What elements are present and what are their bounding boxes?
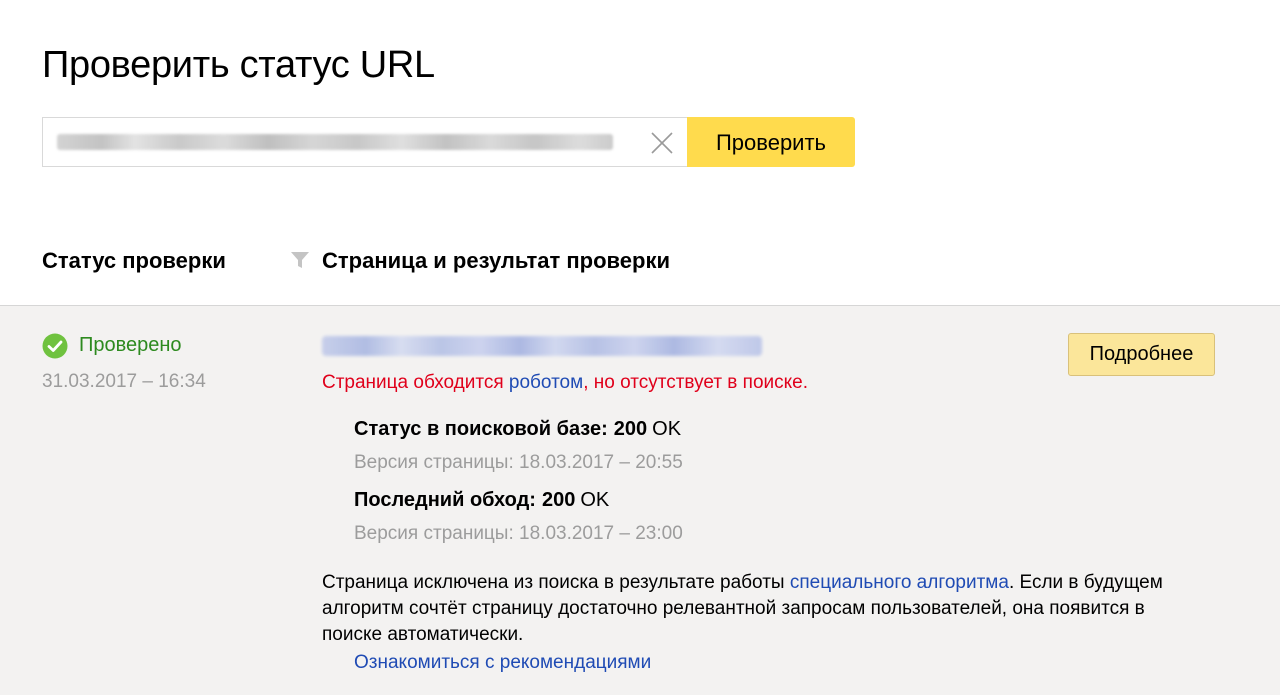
search-base-status: Статус в поисковой базе: 200 OK xyxy=(354,418,681,441)
close-icon[interactable] xyxy=(649,130,675,156)
filter-icon[interactable] xyxy=(290,250,310,270)
table-row: Проверено 31.03.2017 – 16:34 Страница об… xyxy=(0,306,1280,695)
url-search-form: Проверить xyxy=(42,117,855,167)
url-input[interactable] xyxy=(42,117,687,167)
exclusion-explanation: Страница исключена из поиска в результат… xyxy=(322,570,1202,648)
last-crawl-status: Последний обход: 200 OK xyxy=(354,489,609,512)
search-base-version: Версия страницы: 18.03.2017 – 20:55 xyxy=(354,452,683,473)
table-header: Статус проверки Страница и результат про… xyxy=(0,232,1280,306)
check-button[interactable]: Проверить xyxy=(687,117,855,167)
blurred-url-value xyxy=(57,134,613,150)
check-circle-icon xyxy=(42,333,68,359)
column-header-status: Статус проверки xyxy=(42,248,226,273)
special-algorithm-link[interactable]: специального алгоритма xyxy=(790,572,1009,593)
page-title: Проверить статус URL xyxy=(42,44,435,86)
last-crawl-label: Последний обход: xyxy=(354,489,536,511)
column-header-page: Страница и результат проверки xyxy=(322,248,671,273)
recommendations-link[interactable]: Ознакомиться с рекомендациями xyxy=(354,652,651,674)
search-base-code: 200 xyxy=(613,418,648,440)
search-base-label: Статус в поисковой базе: xyxy=(354,418,608,440)
last-crawl-version: Версия страницы: 18.03.2017 – 23:00 xyxy=(354,523,683,544)
verdict-pre: Страница обходится xyxy=(322,372,509,393)
details-button[interactable]: Подробнее xyxy=(1068,333,1215,376)
explanation-pre: Страница исключена из поиска в результат… xyxy=(322,572,790,593)
verdict-text: Страница обходится роботом, но отсутству… xyxy=(322,372,808,394)
last-crawl-code: 200 xyxy=(541,489,576,511)
check-date: 31.03.2017 – 16:34 xyxy=(42,371,206,392)
status-text: Проверено xyxy=(79,334,182,356)
verdict-post: , но отсутствует в поиске. xyxy=(583,372,809,393)
last-crawl-code-text: OK xyxy=(580,489,610,511)
blurred-page-url[interactable] xyxy=(322,336,762,356)
search-base-code-text: OK xyxy=(652,418,682,440)
robot-link[interactable]: роботом xyxy=(509,372,583,393)
